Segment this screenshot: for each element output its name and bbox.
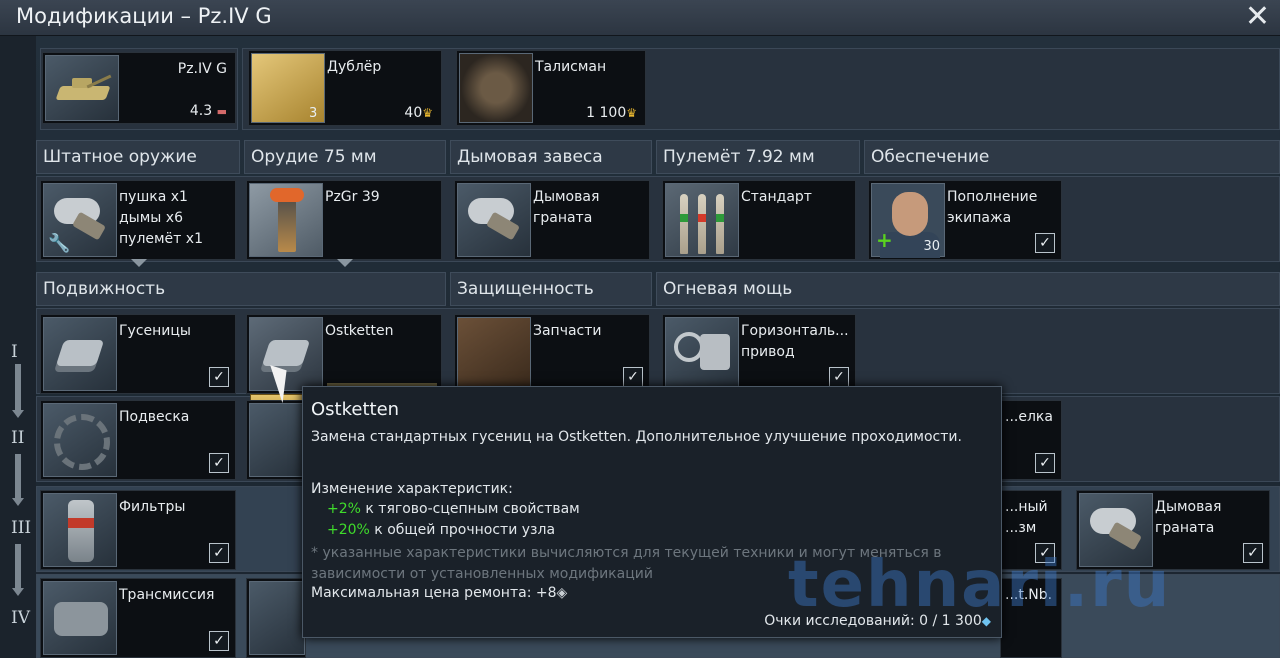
tank-icon xyxy=(45,55,119,121)
module-label: Фильтры xyxy=(119,499,186,515)
tier-label-2: II xyxy=(11,428,25,448)
module-label: Запчасти xyxy=(533,323,602,339)
close-icon[interactable]: ✕ xyxy=(1245,2,1270,32)
checkbox-checked[interactable]: ✓ xyxy=(209,631,229,651)
header-mobility: Подвижность xyxy=(36,272,446,306)
module-label: Ostketten xyxy=(325,323,394,339)
header-standard-weapons: Штатное оружие xyxy=(36,140,240,174)
module-label: Подвеска xyxy=(119,409,190,425)
window-title: Модификации – Pz.IV G xyxy=(16,4,272,28)
gold-eagle-icon: ♛ xyxy=(422,106,433,120)
module-label: Трансмиссия xyxy=(119,587,215,603)
checkbox-checked[interactable]: ✓ xyxy=(829,367,849,387)
tier-label-3: III xyxy=(11,518,32,538)
module-label: Горизонталь... привод xyxy=(741,323,849,360)
tooltip-repair: Максимальная цена ремонта: +8◈ xyxy=(311,585,568,601)
header-firepower: Огневая мощь xyxy=(656,272,1280,306)
crew-item-price: 40♛ xyxy=(404,105,433,121)
standard-weapons-slot[interactable]: 🔧 пушка x1 дымы x6 пулемёт x1 xyxy=(40,180,236,267)
header-support: Обеспечение xyxy=(864,140,1280,174)
module-spare-parts[interactable]: Запчасти ✓ xyxy=(454,314,650,394)
module-label: Дымовая граната xyxy=(1155,499,1222,536)
crew-item-count: 3 xyxy=(309,106,318,121)
standard-weapons-label: пушка x1 дымы x6 пулемёт x1 xyxy=(119,189,203,247)
silver-lion-icon: ◈ xyxy=(556,585,568,601)
tier-arrow-icon xyxy=(12,364,24,418)
toolbox-icon xyxy=(457,317,531,391)
tooltip-change: +20% к общей прочности узла xyxy=(327,522,556,538)
header-protection: Защищенность xyxy=(450,272,652,306)
tooltip-description: Замена стандартных гусениц на Ostketten.… xyxy=(311,429,962,445)
gun-ammo-label: PzGr 39 xyxy=(325,189,380,205)
tooltip-change: +2% к тягово-сцепным свойствам xyxy=(327,501,580,517)
tier-label-1: I xyxy=(11,342,18,362)
engine-icon xyxy=(249,581,305,655)
module-label: ...елка xyxy=(1005,409,1053,425)
crew-item-dubler[interactable]: Дублёр 3 40♛ xyxy=(248,50,442,126)
checkbox-checked[interactable]: ✓ xyxy=(209,453,229,473)
module-firepower-2[interactable]: ...елка ✓ xyxy=(1000,400,1062,480)
tooltip-changes-header: Изменение характеристик: xyxy=(311,481,513,497)
filter-icon xyxy=(43,493,117,567)
shell-icon xyxy=(249,183,323,257)
header-smoke: Дымовая завеса xyxy=(450,140,652,174)
crew-item-label: Дублёр xyxy=(327,59,382,75)
header-mg: Пулемёт 7.92 мм xyxy=(656,140,860,174)
bullets-icon xyxy=(665,183,739,257)
mg-slot[interactable]: Стандарт xyxy=(662,180,856,260)
module-filters[interactable]: Фильтры ✓ xyxy=(40,490,236,570)
plus-icon: + xyxy=(876,228,893,252)
crew-replenish-slot[interactable]: + 30 Пополнение экипажа ✓ xyxy=(868,180,1062,260)
gun-ammo-slot[interactable]: PzGr 39 xyxy=(246,180,442,267)
crew-member-icon: + 30 xyxy=(871,183,945,258)
module-transmission[interactable]: Трансмиссия ✓ xyxy=(40,578,236,658)
talisman-icon xyxy=(459,53,533,123)
wrench-plus-icon: 🔧 xyxy=(48,233,71,254)
crew-replenish-label: Пополнение экипажа xyxy=(947,189,1038,226)
vehicle-name: Pz.IV G xyxy=(177,61,227,77)
smoke-slot[interactable]: Дымовая граната xyxy=(454,180,650,260)
tier-label-4: IV xyxy=(11,608,30,628)
tracks-icon xyxy=(43,317,117,391)
module-hidden[interactable] xyxy=(246,400,306,480)
tooltip-title: Ostketten xyxy=(311,399,400,420)
module-horizontal-drive[interactable]: Горизонталь... привод ✓ xyxy=(662,314,856,394)
mg-label: Стандарт xyxy=(741,189,812,205)
header-gun: Орудие 75 мм xyxy=(244,140,446,174)
module-suspension[interactable]: Подвеска ✓ xyxy=(40,400,236,480)
tier-arrow-icon xyxy=(12,544,24,596)
smoke-launcher-icon: 🔧 xyxy=(43,183,117,257)
checkbox-checked[interactable]: ✓ xyxy=(209,367,229,387)
checkbox-checked[interactable]: ✓ xyxy=(623,367,643,387)
watermark: tehnari.ru xyxy=(788,548,1172,622)
checkbox-checked[interactable]: ✓ xyxy=(1035,453,1055,473)
crew-count: 30 xyxy=(923,239,940,254)
rank-icon: ▬ xyxy=(216,105,227,118)
tier-arrow-icon xyxy=(12,454,24,506)
chevron-down-icon[interactable] xyxy=(337,259,353,267)
chevron-down-icon[interactable] xyxy=(131,259,147,267)
smoke-grenade-icon xyxy=(457,183,531,257)
checkbox-checked[interactable]: ✓ xyxy=(1243,543,1263,563)
suspension-icon xyxy=(43,403,117,477)
crew-item-talisman[interactable]: Талисман 1 100♛ xyxy=(456,50,646,126)
vehicle-card[interactable]: Pz.IV G 4.3 ▬ xyxy=(42,52,236,124)
crew-item-price: 1 100♛ xyxy=(586,105,637,121)
module-tracks[interactable]: Гусеницы ✓ xyxy=(40,314,236,394)
smoke-label: Дымовая граната xyxy=(533,189,600,226)
title-bar: Модификации – Pz.IV G ✕ xyxy=(0,0,1280,36)
module-engine[interactable] xyxy=(246,578,306,658)
transmission-icon xyxy=(43,581,117,655)
turret-drive-icon xyxy=(665,317,739,391)
module-label: Гусеницы xyxy=(119,323,191,339)
gold-eagle-icon: ♛ xyxy=(626,106,637,120)
checkbox-checked[interactable]: ✓ xyxy=(1035,233,1055,253)
module-label: ...ный ...зм xyxy=(1005,499,1048,536)
vehicle-br: 4.3 ▬ xyxy=(189,103,227,119)
module-icon xyxy=(249,403,305,477)
crew-item-label: Талисман xyxy=(535,59,607,75)
checkbox-checked[interactable]: ✓ xyxy=(209,543,229,563)
